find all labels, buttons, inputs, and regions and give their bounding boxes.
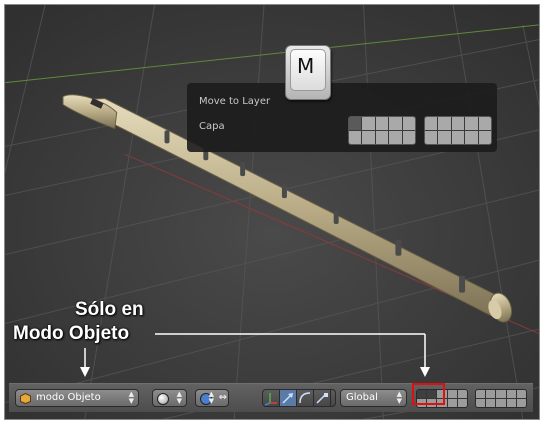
mode-label: modo Objeto — [36, 392, 101, 403]
pivot-selector[interactable]: ▲ ▼ ⇔ — [195, 389, 229, 407]
toolbar-layer-grid-right[interactable] — [475, 389, 527, 408]
sphere-icon — [157, 393, 169, 405]
layer-button[interactable] — [516, 399, 526, 407]
manipulator-toggle-button[interactable] — [263, 390, 280, 406]
transform-orientation-selector[interactable]: Global ▲ ▼ — [340, 389, 407, 407]
layer-button[interactable] — [506, 390, 516, 398]
highlight-box — [412, 383, 445, 405]
updown-icon: ▲ ▼ — [128, 390, 134, 405]
translate-button[interactable] — [280, 390, 297, 406]
layer-button[interactable] — [476, 390, 486, 398]
layer-button[interactable] — [496, 399, 506, 407]
layer-button[interactable] — [457, 399, 467, 407]
cube-icon — [20, 393, 31, 404]
arrow-icon — [282, 393, 293, 404]
layer-button[interactable] — [447, 399, 457, 407]
updown-icon: ▲ ▼ — [176, 390, 182, 405]
blender-window: Move to Layer Capa M Sólo en Modo Objeto… — [4, 4, 540, 420]
scale-button[interactable] — [314, 390, 331, 406]
mode-selector[interactable]: modo Objeto ▲ ▼ — [15, 389, 139, 407]
updown-icon: ▲ ▼ — [396, 390, 402, 405]
updown-icon: ▲ ▼ — [208, 390, 214, 405]
manipulator-group — [262, 389, 336, 407]
layer-button[interactable] — [476, 399, 486, 407]
layer-button[interactable] — [457, 390, 467, 398]
layer-button[interactable] — [486, 399, 496, 407]
layer-button[interactable] — [486, 390, 496, 398]
manipulate-center-icon[interactable]: ⇔ — [219, 392, 227, 403]
annotation-arrows — [80, 333, 430, 377]
orientation-label: Global — [346, 392, 378, 403]
3d-view-header: modo Objeto ▲ ▼ ▲ ▼ ▲ ▼ ⇔ Global ▲ ▼ — [9, 383, 533, 412]
rotate-button[interactable] — [297, 390, 314, 406]
layer-button[interactable] — [496, 390, 506, 398]
axis-manipulator-icon — [264, 393, 277, 406]
viewport-shading-selector[interactable]: ▲ ▼ — [152, 389, 187, 407]
layer-button[interactable] — [506, 399, 516, 407]
layer-button[interactable] — [447, 390, 457, 398]
layer-button[interactable] — [516, 390, 526, 398]
rotate-icon — [299, 392, 311, 404]
scale-icon — [316, 393, 328, 404]
